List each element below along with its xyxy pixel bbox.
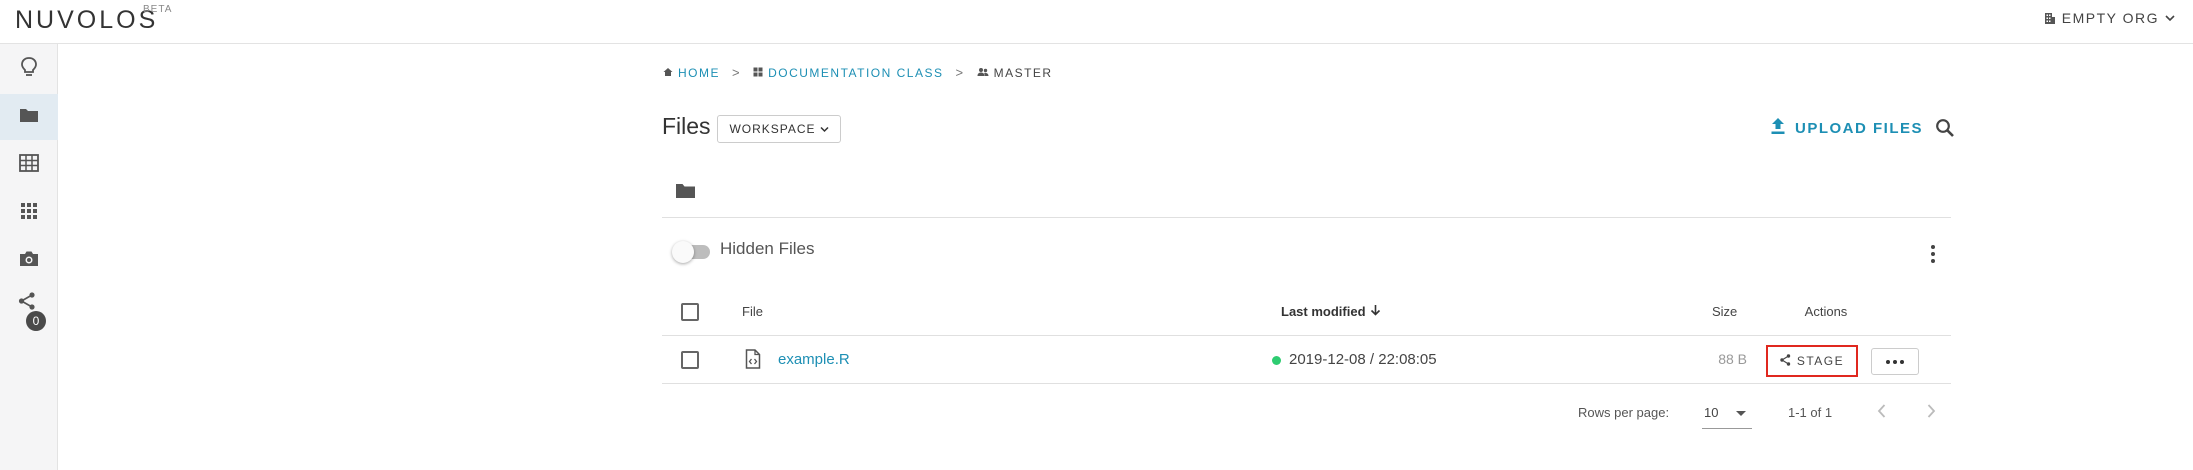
row-checkbox[interactable] [681, 351, 699, 369]
folder-icon [19, 107, 39, 128]
chevron-down-icon [820, 122, 829, 136]
share-icon [1780, 353, 1791, 369]
beta-badge: BETA [143, 4, 173, 15]
search-icon [1935, 119, 1955, 142]
hidden-files-toggle[interactable] [672, 240, 712, 263]
sidebar-item-tips[interactable] [0, 46, 58, 92]
column-header-size: Size [1712, 304, 1738, 319]
breadcrumb-separator: > [955, 65, 965, 80]
column-header-actions: Actions [1804, 304, 1848, 319]
select-all-checkbox[interactable] [681, 303, 699, 321]
upload-files-button[interactable]: UPLOAD FILES [1770, 117, 1923, 139]
breadcrumb-home[interactable]: HOME [663, 66, 720, 80]
search-button[interactable] [1935, 118, 1955, 138]
distribution-count-badge: 0 [26, 311, 46, 331]
workspace-dropdown[interactable]: WORKSPACE [717, 115, 841, 143]
building-icon [2044, 12, 2056, 25]
sidebar-item-snapshots[interactable] [0, 238, 58, 284]
upload-files-label: UPLOAD FILES [1795, 119, 1924, 137]
rows-per-page-label: Rows per page: [1578, 405, 1670, 420]
chevron-right-icon[interactable] [1925, 403, 1937, 424]
top-bar: NUVOLOS BETA EMPTY ORG [0, 0, 2193, 44]
camera-icon [19, 250, 39, 272]
pagination-range: 1-1 of 1 [1788, 405, 1833, 420]
lightbulb-icon [20, 56, 38, 83]
home-icon [663, 66, 673, 80]
files-table: File Last modified Size Actions example.… [662, 288, 1951, 384]
chevron-down-icon [2165, 14, 2175, 22]
breadcrumb-home-label: HOME [678, 65, 720, 80]
org-name: EMPTY ORG [2061, 10, 2159, 26]
rows-per-page-select[interactable]: 10 [1702, 399, 1752, 429]
group-icon [977, 66, 989, 80]
column-header-last-modified-label: Last modified [1281, 304, 1366, 319]
row-more-actions-button[interactable] [1871, 348, 1919, 375]
apps-grid-icon [20, 202, 38, 225]
app-logo[interactable]: NUVOLOS [15, 6, 158, 35]
column-header-last-modified[interactable]: Last modified [1281, 304, 1381, 319]
code-file-icon [745, 349, 761, 373]
table-icon [19, 153, 39, 177]
workspace-dropdown-label: WORKSPACE [729, 122, 816, 136]
sidebar-item-distribution[interactable]: 0 [0, 286, 58, 332]
rows-per-page-value: 10 [1704, 405, 1719, 420]
breadcrumb-class[interactable]: DOCUMENTATION CLASS [753, 66, 943, 80]
last-modified-value: 2019-12-08 / 22:08:05 [1289, 351, 1437, 368]
caret-down-icon [1736, 411, 1746, 416]
folder-icon[interactable] [675, 182, 696, 204]
stage-button-label: STAGE [1796, 354, 1845, 368]
breadcrumb: HOME > DOCUMENTATION CLASS > MASTER [663, 65, 1053, 80]
column-header-file[interactable]: File [742, 304, 763, 319]
file-name-link[interactable]: example.R [778, 351, 850, 368]
sidebar: 0 [0, 44, 58, 470]
upload-icon [1770, 117, 1786, 139]
table-row: example.R 2019-12-08 / 22:08:05 88 B STA… [662, 336, 1951, 384]
sync-status-dot [1272, 356, 1281, 365]
chevron-left-icon[interactable] [1876, 403, 1888, 424]
space-icon [753, 66, 763, 80]
more-options-icon[interactable] [1925, 242, 1941, 266]
sidebar-item-files[interactable] [0, 94, 58, 140]
table-header: File Last modified Size Actions [662, 288, 1951, 336]
file-size-value: 88 B [1718, 351, 1747, 367]
sidebar-item-tables[interactable] [0, 142, 58, 188]
hidden-files-label: Hidden Files [720, 239, 815, 258]
breadcrumb-instance-label: MASTER [993, 65, 1053, 80]
folder-path-bar [662, 170, 1951, 218]
breadcrumb-class-label: DOCUMENTATION CLASS [768, 65, 944, 80]
toggle-knob [672, 241, 694, 263]
page-title: Files [662, 113, 711, 139]
stage-button[interactable]: STAGE [1766, 345, 1858, 377]
breadcrumb-separator: > [732, 65, 742, 80]
sidebar-item-applications[interactable] [0, 190, 58, 236]
arrow-down-icon [1370, 304, 1381, 319]
org-selector[interactable]: EMPTY ORG [2044, 10, 2175, 26]
breadcrumb-instance: MASTER [977, 66, 1053, 80]
